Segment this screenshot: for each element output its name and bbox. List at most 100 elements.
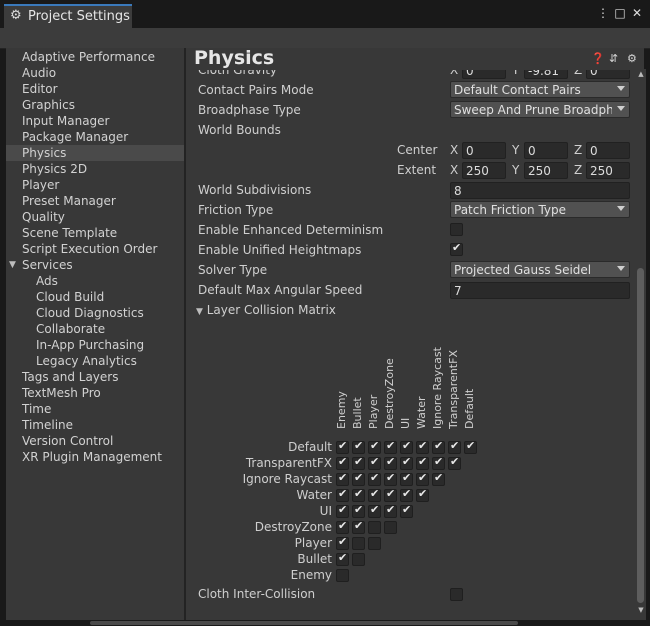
matrix-checkbox[interactable]: [368, 487, 381, 502]
scrollbar-thumb[interactable]: [637, 268, 644, 603]
matrix-checkbox[interactable]: [448, 455, 461, 470]
matrix-column-label: Default: [463, 388, 476, 429]
horizontal-scrollbar-thumb[interactable]: [90, 621, 518, 625]
close-icon[interactable]: ✕: [630, 6, 644, 20]
sidebar-item[interactable]: In-App Purchasing: [6, 337, 184, 353]
matrix-checkbox[interactable]: [384, 503, 397, 518]
sidebar-item[interactable]: Physics: [6, 145, 184, 161]
sidebar: Adaptive Performance Audio Editor Graphics I…: [6, 48, 184, 620]
matrix-row-label: Ignore Raycast: [242, 472, 332, 486]
matrix-checkbox[interactable]: [464, 439, 477, 454]
sidebar-item[interactable]: Adaptive Performance: [6, 49, 184, 65]
matrix-checkbox[interactable]: [368, 521, 381, 534]
sidebar-item[interactable]: Physics 2D: [6, 161, 184, 177]
matrix-checkbox[interactable]: [336, 439, 349, 454]
matrix-checkbox[interactable]: [336, 551, 349, 566]
sidebar-item[interactable]: XR Plugin Management: [6, 449, 184, 465]
matrix-checkbox[interactable]: [384, 439, 397, 454]
matrix-checkbox[interactable]: [400, 471, 413, 486]
matrix-checkbox[interactable]: [336, 471, 349, 486]
sidebar-item[interactable]: Script Execution Order: [6, 241, 184, 257]
sidebar-item[interactable]: Collaborate: [6, 321, 184, 337]
sidebar-item[interactable]: Ads: [6, 273, 184, 289]
sidebar-item-label: Ads: [36, 274, 58, 288]
matrix-checkbox[interactable]: [368, 471, 381, 486]
matrix-checkbox[interactable]: [336, 519, 349, 534]
sidebar-item-label: Scene Template: [22, 226, 118, 240]
matrix-checkbox[interactable]: [336, 455, 349, 470]
maximize-icon[interactable]: □: [613, 6, 627, 20]
sidebar-item[interactable]: Version Control: [6, 433, 184, 449]
chevron-down-icon[interactable]: ▼: [9, 257, 16, 273]
matrix-checkbox[interactable]: [352, 519, 365, 534]
sidebar-item[interactable]: TextMesh Pro: [6, 385, 184, 401]
cloth-inter-collision-checkbox[interactable]: [450, 588, 463, 601]
matrix-checkbox[interactable]: [384, 455, 397, 470]
matrix-checkbox[interactable]: [352, 455, 365, 470]
gear-icon: ⚙: [10, 8, 22, 23]
matrix-checkbox[interactable]: [384, 471, 397, 486]
matrix-checkbox[interactable]: [352, 537, 365, 550]
sidebar-item-label: Physics: [22, 146, 67, 160]
matrix-checkbox[interactable]: [336, 487, 349, 502]
sidebar-item[interactable]: Input Manager: [6, 113, 184, 129]
matrix-checkbox[interactable]: [416, 471, 429, 486]
sidebar-item[interactable]: Timeline: [6, 417, 184, 433]
matrix-checkbox[interactable]: [368, 439, 381, 454]
sidebar-item-label: Cloud Build: [36, 290, 105, 304]
matrix-checkbox[interactable]: [368, 503, 381, 518]
sidebar-item[interactable]: Cloud Diagnostics: [6, 305, 184, 321]
sidebar-item[interactable]: Package Manager: [6, 129, 184, 145]
sidebar-item[interactable]: Audio: [6, 65, 184, 81]
toolbar: 🔍: [0, 28, 650, 69]
matrix-checkbox[interactable]: [336, 569, 349, 582]
scroll-down-icon[interactable]: ▼: [636, 606, 646, 614]
matrix-checkbox[interactable]: [368, 455, 381, 470]
matrix-checkbox[interactable]: [368, 537, 381, 550]
window-menu-icon[interactable]: ⋮: [596, 6, 610, 20]
matrix-checkbox[interactable]: [352, 487, 365, 502]
matrix-checkbox[interactable]: [400, 487, 413, 502]
sidebar-item-label: Quality: [22, 210, 65, 224]
sidebar-item-label: Editor: [22, 82, 58, 96]
sidebar-item[interactable]: Tags and Layers: [6, 369, 184, 385]
matrix-checkbox[interactable]: [384, 487, 397, 502]
matrix-checkbox[interactable]: [400, 455, 413, 470]
sidebar-item[interactable]: Editor: [6, 81, 184, 97]
matrix-checkbox[interactable]: [416, 455, 429, 470]
matrix-checkbox[interactable]: [416, 439, 429, 454]
sidebar-item[interactable]: Preset Manager: [6, 193, 184, 209]
sidebar-item[interactable]: Cloud Build: [6, 289, 184, 305]
matrix-checkbox[interactable]: [384, 521, 397, 534]
matrix-checkbox[interactable]: [352, 553, 365, 566]
sidebar-item-label: Tags and Layers: [22, 370, 119, 384]
matrix-checkbox[interactable]: [400, 439, 413, 454]
matrix-checkbox[interactable]: [352, 471, 365, 486]
matrix-checkbox[interactable]: [432, 439, 445, 454]
window-tab[interactable]: ⚙ Project Settings: [4, 4, 132, 28]
sidebar-item[interactable]: Graphics: [6, 97, 184, 113]
scroll-up-icon[interactable]: ▲: [636, 70, 646, 78]
matrix-checkbox[interactable]: [432, 455, 445, 470]
sidebar-item[interactable]: Scene Template: [6, 225, 184, 241]
matrix-checkbox[interactable]: [400, 503, 413, 518]
sidebar-item[interactable]: Quality: [6, 209, 184, 225]
preset-icon[interactable]: ⇵: [609, 52, 618, 65]
matrix-column-label: DestroyZone: [383, 358, 396, 429]
sidebar-item[interactable]: Player: [6, 177, 184, 193]
help-icon[interactable]: ❓: [591, 52, 605, 65]
settings-gear-icon[interactable]: ⚙: [627, 52, 637, 65]
sidebar-item[interactable]: Time: [6, 401, 184, 417]
matrix-checkbox[interactable]: [336, 503, 349, 518]
sidebar-item-label: Preset Manager: [22, 194, 116, 208]
matrix-checkbox[interactable]: [432, 471, 445, 486]
sidebar-item[interactable]: ▼ Services: [6, 257, 184, 273]
sidebar-item[interactable]: Legacy Analytics: [6, 353, 184, 369]
matrix-checkbox[interactable]: [416, 487, 429, 502]
matrix-checkbox[interactable]: [336, 535, 349, 550]
matrix-column-label: Water: [415, 396, 428, 429]
panel-header: Physics ❓ ⇵ ⚙: [186, 48, 644, 70]
matrix-checkbox[interactable]: [352, 503, 365, 518]
matrix-checkbox[interactable]: [448, 439, 461, 454]
matrix-checkbox[interactable]: [352, 439, 365, 454]
